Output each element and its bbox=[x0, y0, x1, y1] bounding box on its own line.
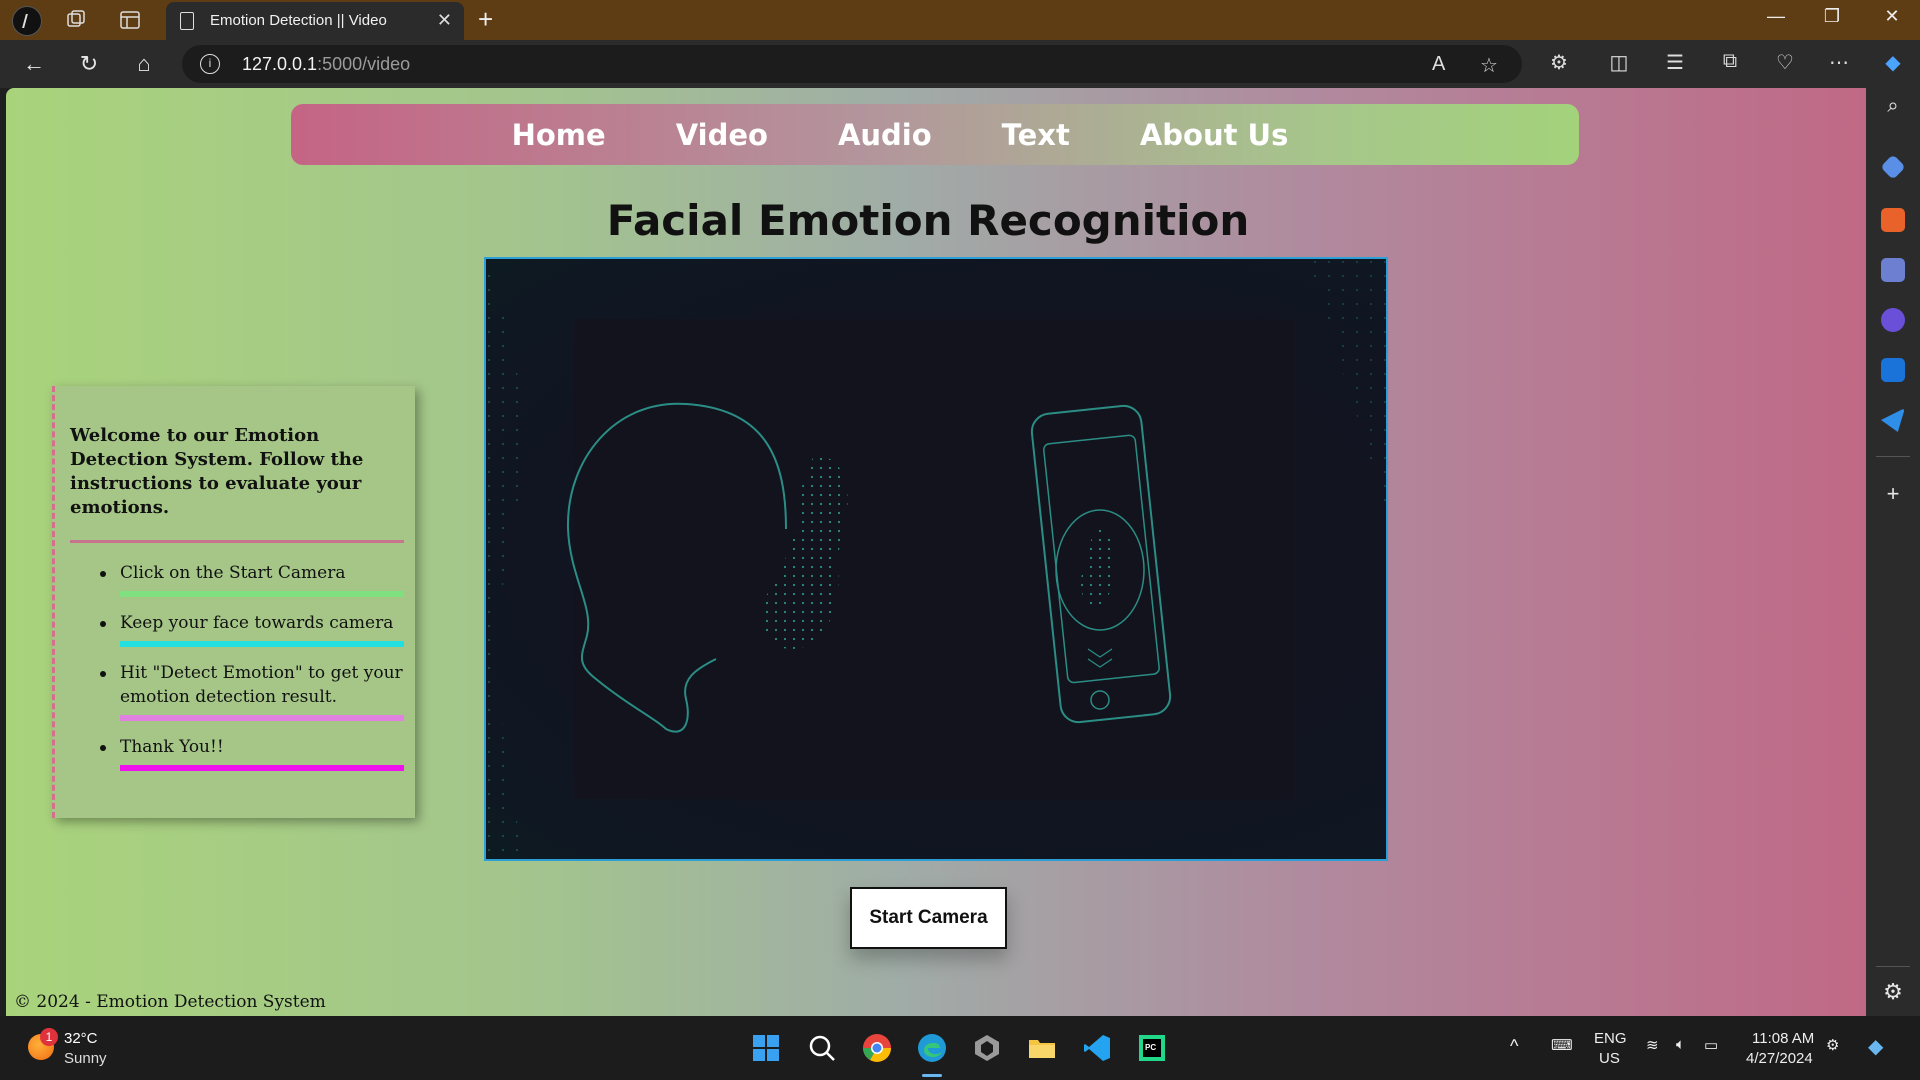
shopping-tag-icon[interactable] bbox=[1880, 154, 1906, 180]
list-item: Thank You!! bbox=[100, 735, 404, 771]
page-title: Facial Emotion Recognition bbox=[606, 196, 1250, 245]
vscode-icon[interactable] bbox=[1081, 1032, 1113, 1064]
video-feed-placeholder bbox=[484, 257, 1388, 861]
step-underline bbox=[120, 641, 404, 647]
page-icon bbox=[180, 12, 194, 30]
tab-title: Emotion Detection || Video bbox=[210, 12, 387, 29]
minimize-icon[interactable]: — bbox=[1756, 6, 1796, 27]
nav-audio[interactable]: Audio bbox=[838, 118, 932, 152]
browser-title-bar: Emotion Detection || Video ✕ + — ❐ ✕ bbox=[0, 0, 1920, 40]
instructions-divider bbox=[70, 540, 404, 543]
close-tab-icon[interactable]: ✕ bbox=[437, 10, 452, 31]
step-underline bbox=[120, 715, 404, 721]
web-page: Home Video Audio Text About Us Facial Em… bbox=[6, 88, 1866, 1016]
games-icon[interactable] bbox=[1881, 258, 1905, 282]
pycharm-icon[interactable]: PC bbox=[1136, 1032, 1168, 1064]
copilot-icon[interactable]: ◆ bbox=[1878, 50, 1908, 75]
url-text[interactable]: 127.0.0.1:5000/video bbox=[242, 54, 410, 75]
active-app-indicator bbox=[922, 1074, 942, 1077]
chrome-icon[interactable] bbox=[861, 1032, 893, 1064]
search-icon[interactable] bbox=[806, 1032, 838, 1064]
instructions-intro: Welcome to our Emotion Detection System.… bbox=[70, 425, 364, 518]
extensions-icon[interactable]: ⚙ bbox=[1544, 50, 1574, 75]
add-sidebar-app-icon[interactable]: + bbox=[1879, 480, 1907, 508]
more-options-icon[interactable]: ⋯ bbox=[1824, 50, 1854, 75]
clock-date[interactable]: 4/27/2024 bbox=[1746, 1050, 1813, 1067]
split-screen-icon[interactable]: ◫ bbox=[1604, 50, 1634, 75]
site-navbar: Home Video Audio Text About Us bbox=[291, 104, 1579, 165]
windows-taskbar: 1 32°C Sunny PC ^ ⌨ ENG US ≋ 🔈︎ ▭ 11:08 … bbox=[0, 1016, 1920, 1080]
volume-icon[interactable]: 🔈︎ bbox=[1676, 1036, 1685, 1053]
nav-about-us[interactable]: About Us bbox=[1140, 118, 1289, 152]
step-underline bbox=[120, 591, 404, 597]
step-underline bbox=[120, 765, 404, 771]
sidebar-search-icon[interactable]: ⌕ bbox=[1879, 92, 1907, 120]
weather-temperature[interactable]: 32°C bbox=[64, 1030, 98, 1047]
window-close-icon[interactable]: ✕ bbox=[1872, 6, 1912, 27]
edge-icon[interactable] bbox=[916, 1032, 948, 1064]
sidebar-settings-icon[interactable]: ⚙ bbox=[1879, 978, 1907, 1006]
profile-avatar[interactable] bbox=[12, 6, 42, 36]
nav-home[interactable]: Home bbox=[512, 118, 606, 152]
nav-text[interactable]: Text bbox=[1002, 118, 1070, 152]
performance-icon[interactable]: ♡ bbox=[1770, 50, 1800, 75]
collections-icon[interactable]: ⧉ bbox=[1715, 50, 1745, 73]
file-explorer-icon[interactable] bbox=[1026, 1032, 1058, 1064]
favorites-icon[interactable]: ☰ bbox=[1660, 50, 1690, 75]
instructions-panel: Welcome to our Emotion Detection System.… bbox=[52, 386, 415, 818]
workspaces-icon[interactable] bbox=[64, 8, 88, 32]
windows-start-icon[interactable] bbox=[750, 1032, 782, 1064]
face-scan-illustration bbox=[486, 259, 1386, 859]
tools-icon[interactable] bbox=[1881, 208, 1905, 232]
site-info-icon[interactable]: i bbox=[200, 54, 220, 74]
keyboard-icon[interactable]: ⌨ bbox=[1551, 1036, 1573, 1054]
language-indicator-bottom[interactable]: US bbox=[1599, 1050, 1620, 1067]
svg-text:PC: PC bbox=[1145, 1043, 1156, 1052]
battery-icon[interactable]: ▭ bbox=[1704, 1036, 1718, 1054]
page-footer: © 2024 - Emotion Detection System bbox=[14, 992, 326, 1012]
weather-description[interactable]: Sunny bbox=[64, 1050, 107, 1067]
edge-sidebar: ⌕ + ⚙ bbox=[1866, 88, 1920, 1016]
notification-bell-icon[interactable]: ⚙ bbox=[1826, 1036, 1839, 1054]
instructions-list: Click on the Start Camera Keep your face… bbox=[70, 561, 404, 771]
language-indicator-top[interactable]: ENG bbox=[1594, 1030, 1627, 1047]
list-item: Click on the Start Camera bbox=[100, 561, 404, 597]
favorite-star-icon[interactable]: ☆ bbox=[1480, 53, 1498, 78]
browser-tab-active[interactable]: Emotion Detection || Video ✕ bbox=[166, 2, 464, 40]
start-camera-button[interactable]: Start Camera bbox=[850, 887, 1007, 949]
refresh-icon[interactable]: ↻ bbox=[75, 50, 103, 78]
outlook-icon[interactable] bbox=[1881, 358, 1905, 382]
drop-send-icon[interactable] bbox=[1881, 408, 1905, 432]
address-bar[interactable]: i 127.0.0.1:5000/video A ☆ bbox=[182, 45, 1522, 83]
restore-icon[interactable]: ❐ bbox=[1812, 6, 1852, 27]
new-tab-button[interactable]: + bbox=[478, 4, 493, 35]
browser-toolbar: ← ↻ ⌂ i 127.0.0.1:5000/video A ☆ ⚙ ◫ ☰ ⧉… bbox=[0, 40, 1920, 88]
sidebar-divider bbox=[1876, 456, 1910, 457]
wifi-icon[interactable]: ≋ bbox=[1646, 1036, 1659, 1054]
home-icon[interactable]: ⌂ bbox=[130, 50, 158, 78]
microsoft-365-icon[interactable] bbox=[1881, 308, 1905, 332]
sidebar-divider bbox=[1876, 966, 1910, 967]
unity-icon[interactable] bbox=[971, 1032, 1003, 1064]
clock-time[interactable]: 11:08 AM bbox=[1752, 1030, 1814, 1047]
back-icon[interactable]: ← bbox=[20, 50, 48, 78]
weather-badge: 1 bbox=[40, 1028, 58, 1046]
list-item: Hit "Detect Emotion" to get your emotion… bbox=[100, 661, 404, 721]
nav-video[interactable]: Video bbox=[676, 118, 768, 152]
tab-actions-icon[interactable] bbox=[118, 8, 142, 32]
read-aloud-icon[interactable]: A bbox=[1432, 53, 1445, 76]
copilot-taskbar-icon[interactable]: ◆ bbox=[1868, 1034, 1883, 1059]
show-hidden-icons[interactable]: ^ bbox=[1510, 1036, 1518, 1057]
list-item: Keep your face towards camera bbox=[100, 611, 404, 647]
